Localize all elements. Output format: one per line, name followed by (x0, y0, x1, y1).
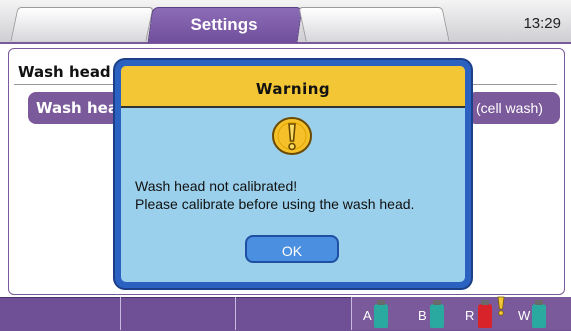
tab-settings-label: Settings (190, 15, 258, 34)
bottle-w-label: W (518, 308, 531, 323)
wash-head-button[interactable]: Wash head (28, 92, 124, 124)
warning-dialog: Warning Wash head not calibrated! Please… (121, 66, 465, 282)
bottom-button-3[interactable] (236, 297, 352, 330)
dialog-message-line2: Please calibrate before using the wash h… (135, 196, 415, 212)
bottle-b-label: B (418, 308, 427, 323)
exclamation-icon (272, 117, 312, 155)
ok-button[interactable]: OK (245, 235, 339, 263)
cell-wash-button[interactable]: (cell wash) (468, 92, 560, 124)
bottle-a-label: A (363, 308, 372, 323)
bottle-w-icon (532, 300, 546, 328)
section-label: Wash head (18, 63, 111, 81)
warning-exclamation-icon (497, 296, 505, 316)
screen: Settings 13:29 Wash head Wash head (cell… (0, 0, 571, 331)
bottle-a-icon (374, 300, 388, 328)
tab-left[interactable] (10, 7, 154, 41)
bottom-button-1[interactable] (0, 297, 121, 330)
clock: 13:29 (523, 15, 561, 32)
tab-right[interactable] (298, 7, 450, 41)
dialog-title: Warning (121, 66, 465, 108)
bottle-b-icon (430, 300, 444, 328)
bottle-r-icon (478, 300, 492, 328)
dialog-message-line1: Wash head not calibrated! (135, 178, 298, 194)
bottom-button-2[interactable] (121, 297, 236, 330)
bottle-r-label: R (465, 308, 475, 323)
